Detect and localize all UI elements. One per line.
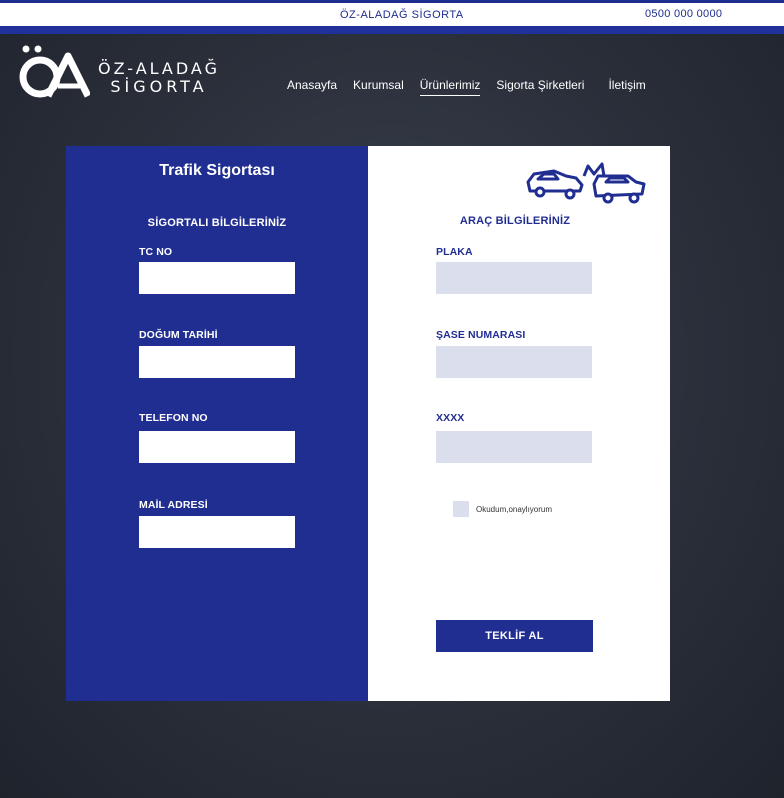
phone-input[interactable] bbox=[139, 431, 295, 463]
extra-field-label: XXXX bbox=[436, 412, 465, 424]
email-input[interactable] bbox=[139, 516, 295, 548]
birth-date-label: DOĞUM TARİHİ bbox=[139, 329, 218, 341]
oz-aladag-logo-icon[interactable] bbox=[18, 44, 90, 100]
car-crash-icon bbox=[526, 162, 646, 204]
logo-line-2: SİGORTA bbox=[110, 77, 208, 96]
phone-label: TELEFON NO bbox=[139, 412, 208, 424]
topbar-brand: ÖZ-ALADAĞ SİGORTA bbox=[340, 9, 464, 21]
logo-line-1: ÖZ-ALADAĞ bbox=[98, 59, 220, 78]
tc-no-label: TC NO bbox=[139, 246, 173, 258]
logo-text[interactable]: ÖZ-ALADAĞ SİGORTA bbox=[98, 60, 220, 96]
form-title: Trafik Sigortası bbox=[159, 162, 275, 179]
consent-checkbox[interactable] bbox=[453, 501, 469, 517]
insured-info-panel: Trafik Sigortası SİGORTALI BİLGİLERİNİZ … bbox=[66, 146, 368, 701]
birth-date-input[interactable] bbox=[139, 346, 295, 378]
chassis-number-input[interactable] bbox=[436, 346, 592, 378]
nav-item-sigorta-sirketleri[interactable]: Sigorta Şirketleri bbox=[496, 78, 584, 96]
nav-item-kurumsal[interactable]: Kurumsal bbox=[353, 78, 404, 96]
tc-no-input[interactable] bbox=[139, 262, 295, 294]
email-label: MAİL ADRESİ bbox=[139, 499, 208, 511]
insurance-form-card: Trafik Sigortası SİGORTALI BİLGİLERİNİZ … bbox=[66, 146, 670, 701]
consent-row: Okudum,onaylıyorum bbox=[453, 501, 552, 517]
consent-label[interactable]: Okudum,onaylıyorum bbox=[476, 505, 552, 514]
vehicle-section-title: ARAÇ BİLGİLERİNİZ bbox=[459, 215, 571, 227]
main-nav: Anasayfa Kurumsal Ürünlerimiz Sigorta Şi… bbox=[287, 78, 662, 96]
top-bar: ÖZ-ALADAĞ SİGORTA 0500 000 0000 bbox=[0, 0, 784, 34]
get-quote-button[interactable]: TEKLİF AL bbox=[436, 620, 593, 652]
nav-item-anasayfa[interactable]: Anasayfa bbox=[287, 78, 337, 96]
chassis-number-label: ŞASE NUMARASI bbox=[436, 329, 526, 341]
extra-field-input[interactable] bbox=[436, 431, 592, 463]
nav-item-iletisim[interactable]: İletişim bbox=[608, 78, 645, 96]
topbar-phone[interactable]: 0500 000 0000 bbox=[645, 8, 722, 20]
insured-section-title: SİGORTALI BİLGİLERİNİZ bbox=[147, 217, 287, 229]
vehicle-info-panel: ARAÇ BİLGİLERİNİZ PLAKA ŞASE NUMARASI XX… bbox=[368, 146, 670, 701]
plate-input[interactable] bbox=[436, 262, 592, 294]
nav-item-urunlerimiz[interactable]: Ürünlerimiz bbox=[419, 78, 481, 96]
plate-label: PLAKA bbox=[436, 246, 473, 258]
